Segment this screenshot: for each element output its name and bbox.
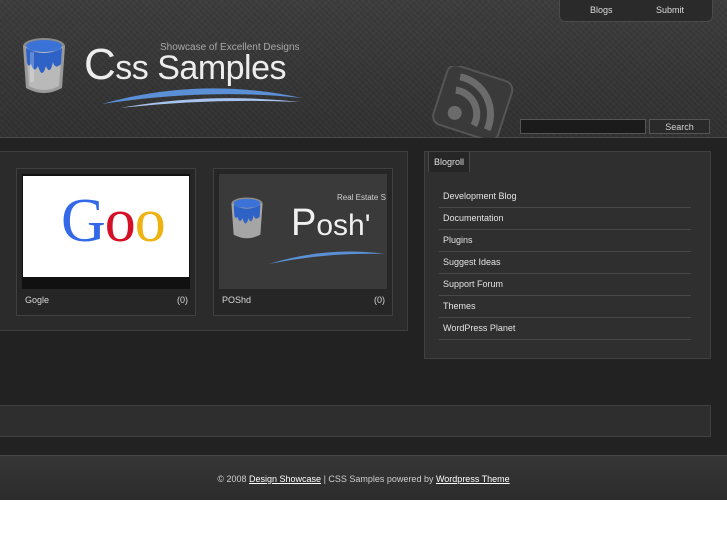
blogroll-list: Development Blog Documentation Plugins S… bbox=[439, 186, 691, 340]
card-thumbnail[interactable]: Goo bbox=[22, 174, 190, 289]
site-header: Blogs Submit Css Samples Showcase of Exc… bbox=[0, 0, 727, 138]
nav-link-submit[interactable]: Submit bbox=[656, 5, 684, 15]
blogroll-link[interactable]: Development Blog bbox=[439, 186, 691, 208]
blogroll-link[interactable]: Documentation bbox=[439, 208, 691, 230]
site-footer: © 2008 Design Showcase | CSS Samples pow… bbox=[0, 455, 727, 500]
blogroll-widget: Blogroll Development Blog Documentation … bbox=[424, 151, 711, 359]
paint-bucket-icon bbox=[23, 38, 65, 93]
pagination-bar bbox=[0, 405, 711, 437]
showcase-panel: Goo Gogle (0) Real Estate S Posh' POShd … bbox=[0, 151, 408, 331]
thumbnail-subtitle: Real Estate S bbox=[337, 193, 386, 202]
search-input[interactable] bbox=[520, 119, 646, 134]
footer-link-design-showcase[interactable]: Design Showcase bbox=[249, 474, 321, 484]
logo-swoosh bbox=[102, 88, 302, 108]
showcase-card[interactable]: Real Estate S Posh' POShd (0) bbox=[213, 168, 393, 316]
footer-copyright: © 2008 bbox=[217, 474, 247, 484]
footer-credits: © 2008 Design Showcase | CSS Samples pow… bbox=[0, 474, 727, 484]
blogroll-link[interactable]: Themes bbox=[439, 296, 691, 318]
blogroll-link[interactable]: Plugins bbox=[439, 230, 691, 252]
top-nav: Blogs Submit bbox=[559, 0, 713, 22]
footer-link-wordpress-theme[interactable]: Wordpress Theme bbox=[436, 474, 510, 484]
blogroll-link[interactable]: Suggest Ideas bbox=[439, 252, 691, 274]
card-title[interactable]: Gogle bbox=[25, 295, 49, 305]
search-button[interactable]: Search bbox=[649, 119, 710, 134]
card-thumbnail[interactable]: Real Estate S Posh' bbox=[219, 174, 387, 289]
thumbnail-image: Real Estate S Posh' bbox=[219, 174, 387, 289]
blogroll-link[interactable]: WordPress Planet bbox=[439, 318, 691, 340]
page: Blogs Submit Css Samples Showcase of Exc… bbox=[0, 0, 727, 500]
tab-blogroll[interactable]: Blogroll bbox=[428, 152, 470, 172]
thumbnail-wordmark: Posh' bbox=[291, 202, 371, 244]
rss-icon[interactable] bbox=[425, 66, 521, 138]
blogroll-link[interactable]: Support Forum bbox=[439, 274, 691, 296]
footer-middle-text: | CSS Samples powered by bbox=[323, 474, 434, 484]
card-comment-count: (0) bbox=[177, 295, 188, 305]
thumbnail-swoosh bbox=[269, 251, 385, 264]
card-title[interactable]: POShd bbox=[222, 295, 251, 305]
paint-bucket-icon bbox=[231, 197, 263, 239]
site-tagline: Showcase of Excellent Designs bbox=[160, 42, 300, 53]
thumbnail-image: Goo bbox=[23, 176, 189, 277]
card-comment-count: (0) bbox=[374, 295, 385, 305]
showcase-card[interactable]: Goo Gogle (0) bbox=[16, 168, 196, 316]
nav-link-blogs[interactable]: Blogs bbox=[590, 5, 613, 15]
google-logo-text: Goo bbox=[61, 187, 166, 255]
